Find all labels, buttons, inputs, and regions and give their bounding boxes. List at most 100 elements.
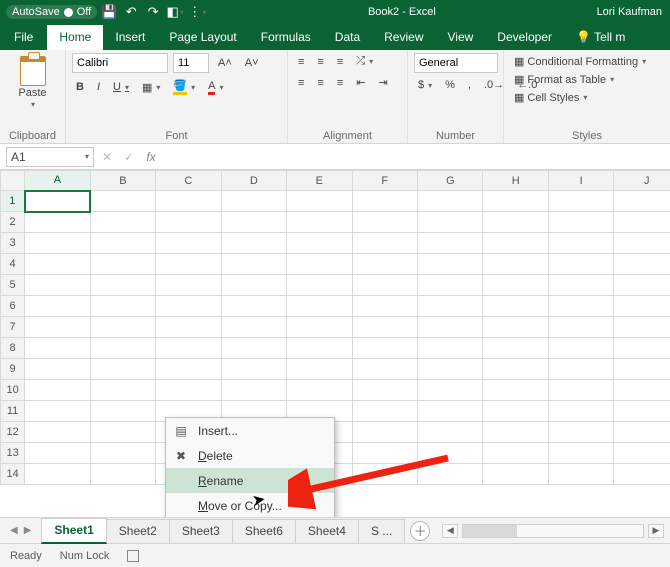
shrink-font-button[interactable]: A˅: [241, 55, 263, 71]
paste-button[interactable]: Paste ▾: [6, 53, 59, 112]
cell[interactable]: [287, 317, 352, 338]
cell[interactable]: [221, 338, 286, 359]
cell[interactable]: [25, 233, 90, 254]
cell[interactable]: [90, 191, 155, 212]
cell[interactable]: [417, 212, 482, 233]
undo-icon[interactable]: ↶: [122, 3, 140, 21]
sheet-tab-4[interactable]: Sheet6: [232, 519, 296, 543]
cell[interactable]: [614, 254, 670, 275]
horizontal-scrollbar[interactable]: ◀ ▶: [436, 524, 670, 538]
font-color-button[interactable]: A▾: [204, 78, 227, 97]
cell[interactable]: [221, 296, 286, 317]
cell[interactable]: [287, 275, 352, 296]
row-header-12[interactable]: 12: [1, 422, 25, 443]
cell[interactable]: [156, 338, 221, 359]
fill-color-button[interactable]: 🪣▾: [169, 77, 199, 97]
col-header-B[interactable]: B: [90, 171, 155, 191]
col-header-G[interactable]: G: [417, 171, 482, 191]
cell[interactable]: [221, 275, 286, 296]
cell[interactable]: [156, 233, 221, 254]
format-as-table-button[interactable]: ▦ Format as Table▾: [510, 71, 664, 88]
cell[interactable]: [548, 317, 613, 338]
sheet-tab-2[interactable]: Sheet2: [106, 519, 170, 543]
cell[interactable]: [90, 296, 155, 317]
cell[interactable]: [287, 212, 352, 233]
cell[interactable]: [287, 359, 352, 380]
cell[interactable]: [25, 275, 90, 296]
cell[interactable]: [352, 422, 417, 443]
cell[interactable]: [548, 359, 613, 380]
cell[interactable]: [417, 338, 482, 359]
align-center-button[interactable]: ≡: [313, 75, 327, 91]
cell[interactable]: [483, 212, 548, 233]
tab-formulas[interactable]: Formulas: [249, 25, 323, 50]
cell[interactable]: [287, 233, 352, 254]
col-header-I[interactable]: I: [548, 171, 613, 191]
scroll-right-button[interactable]: ▶: [648, 524, 664, 538]
font-name-combo[interactable]: [72, 53, 168, 73]
cell[interactable]: [352, 401, 417, 422]
cell[interactable]: [417, 464, 482, 485]
align-right-button[interactable]: ≡: [333, 75, 347, 91]
cell[interactable]: [548, 422, 613, 443]
cell[interactable]: [287, 191, 352, 212]
cell[interactable]: [417, 443, 482, 464]
cell[interactable]: [614, 401, 670, 422]
cell[interactable]: [548, 443, 613, 464]
cell[interactable]: [352, 275, 417, 296]
row-header-10[interactable]: 10: [1, 380, 25, 401]
col-header-D[interactable]: D: [221, 171, 286, 191]
font-size-combo[interactable]: [173, 53, 209, 73]
cell[interactable]: [90, 254, 155, 275]
cell[interactable]: [483, 422, 548, 443]
borders-button[interactable]: ▦▾: [138, 79, 164, 96]
sheet-tab-3[interactable]: Sheet3: [169, 519, 233, 543]
indent-inc-button[interactable]: ⇥: [374, 74, 391, 91]
cell[interactable]: [417, 401, 482, 422]
comma-button[interactable]: ,: [464, 77, 475, 93]
cell[interactable]: [417, 422, 482, 443]
cell[interactable]: [483, 359, 548, 380]
ctx-rename[interactable]: Rename: [166, 468, 334, 493]
scroll-left-button[interactable]: ◀: [442, 524, 458, 538]
sheet-tab-1[interactable]: Sheet1: [41, 518, 106, 544]
new-sheet-button[interactable]: ＋: [410, 521, 430, 541]
row-header-6[interactable]: 6: [1, 296, 25, 317]
cell[interactable]: [614, 422, 670, 443]
cell[interactable]: [417, 254, 482, 275]
cell[interactable]: [352, 296, 417, 317]
tab-view[interactable]: View: [436, 25, 486, 50]
cell[interactable]: [614, 275, 670, 296]
row-header-2[interactable]: 2: [1, 212, 25, 233]
qat-icon-2[interactable]: ⋮▾: [188, 3, 206, 21]
cell[interactable]: [352, 191, 417, 212]
cell[interactable]: [25, 359, 90, 380]
cell[interactable]: [614, 296, 670, 317]
row-header-5[interactable]: 5: [1, 275, 25, 296]
cell[interactable]: [417, 359, 482, 380]
cell[interactable]: [25, 191, 90, 212]
cell[interactable]: [483, 464, 548, 485]
cell[interactable]: [156, 254, 221, 275]
cell[interactable]: [483, 296, 548, 317]
enter-formula-button[interactable]: ✓: [118, 150, 140, 164]
cell[interactable]: [417, 191, 482, 212]
cell[interactable]: [90, 359, 155, 380]
save-icon[interactable]: 💾: [100, 3, 118, 21]
redo-icon[interactable]: ↷: [144, 3, 162, 21]
cell[interactable]: [25, 422, 90, 443]
cell[interactable]: [156, 275, 221, 296]
cell[interactable]: [156, 380, 221, 401]
cell[interactable]: [614, 464, 670, 485]
cell[interactable]: [614, 317, 670, 338]
cell[interactable]: [417, 233, 482, 254]
row-header-3[interactable]: 3: [1, 233, 25, 254]
cell[interactable]: [25, 464, 90, 485]
col-header-C[interactable]: C: [156, 171, 221, 191]
col-header-A[interactable]: A: [25, 171, 90, 191]
cell[interactable]: [417, 275, 482, 296]
cell[interactable]: [25, 254, 90, 275]
cell[interactable]: [483, 401, 548, 422]
cell[interactable]: [90, 401, 155, 422]
row-header-1[interactable]: 1: [1, 191, 25, 212]
